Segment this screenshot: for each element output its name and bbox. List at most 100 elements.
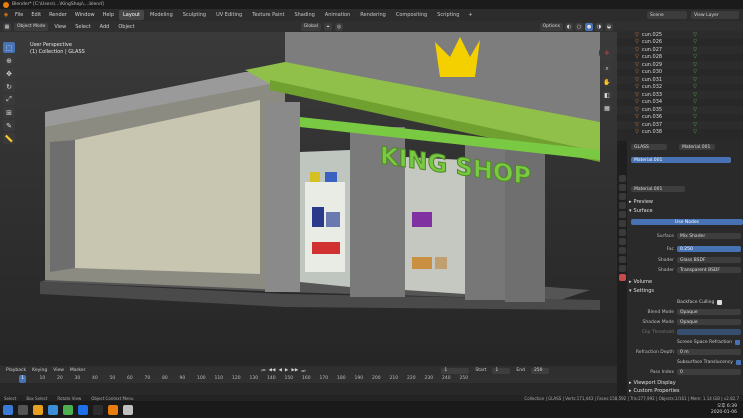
mode-dropdown[interactable]: Object Mode bbox=[14, 22, 49, 31]
material-shading-icon[interactable]: ◑ bbox=[595, 22, 603, 31]
perspective-grid-icon[interactable]: ▦ bbox=[602, 103, 612, 113]
outliner-item[interactable]: ▽ cun.038 ▽ bbox=[617, 129, 743, 137]
scale-tool-icon[interactable]: ⤢ bbox=[3, 94, 15, 105]
scene-selector[interactable]: Scene bbox=[647, 11, 687, 19]
outliner-item[interactable]: ▽ cun.037 ▽ bbox=[617, 121, 743, 129]
object-name-field[interactable]: GLASS bbox=[631, 144, 667, 150]
options-button[interactable]: Options bbox=[539, 22, 563, 31]
overlay-icon[interactable]: ◐ bbox=[565, 22, 573, 31]
3d-viewport[interactable]: KING SHOP bbox=[0, 32, 617, 366]
orientation-dropdown[interactable]: Global bbox=[300, 22, 322, 31]
surface-shader-field[interactable]: Mix Shader bbox=[677, 233, 741, 239]
ssr-checkbox[interactable] bbox=[735, 339, 741, 345]
windows-start-icon[interactable] bbox=[3, 404, 13, 415]
section-surface[interactable]: ▾ Surface bbox=[629, 207, 741, 215]
camera-view-icon[interactable]: ◧ bbox=[602, 90, 612, 100]
section-preview[interactable]: ▸ Preview bbox=[629, 198, 741, 206]
app2-icon[interactable] bbox=[93, 404, 103, 415]
solid-shading-icon[interactable]: ● bbox=[585, 22, 593, 31]
tab-shading[interactable]: Shading bbox=[290, 10, 318, 20]
data-tab-icon[interactable] bbox=[618, 265, 626, 272]
prev-key-icon[interactable]: ◀◀ bbox=[269, 368, 276, 374]
jump-start-icon[interactable]: ⏮ bbox=[261, 368, 265, 374]
tab-compositing[interactable]: Compositing bbox=[392, 10, 431, 20]
menu-keying[interactable]: Keying bbox=[32, 368, 47, 373]
tab-texture-paint[interactable]: Texture Paint bbox=[248, 10, 288, 20]
app-icon[interactable] bbox=[78, 404, 88, 415]
edge-icon[interactable] bbox=[48, 404, 58, 415]
blender-taskbar-icon[interactable] bbox=[108, 404, 118, 415]
menu-edit[interactable]: Edit bbox=[28, 11, 44, 19]
measure-tool-icon[interactable]: 📏 bbox=[3, 133, 15, 144]
rotate-tool-icon[interactable]: ↻ bbox=[3, 81, 15, 92]
tab-modeling[interactable]: Modeling bbox=[146, 10, 177, 20]
physics-tab-icon[interactable] bbox=[618, 247, 626, 254]
material-tab-icon[interactable] bbox=[618, 274, 626, 281]
play-reverse-icon[interactable]: ◀ bbox=[278, 368, 281, 374]
blender-menu-icon[interactable]: ◉ bbox=[2, 11, 10, 19]
tab-animation[interactable]: Animation bbox=[321, 10, 355, 20]
menu-window[interactable]: Window bbox=[72, 11, 98, 19]
rendered-shading-icon[interactable]: ◒ bbox=[605, 22, 613, 31]
menu-playback[interactable]: Playback bbox=[6, 368, 26, 373]
next-key-icon[interactable]: ▶▶ bbox=[291, 368, 298, 374]
view-layer-selector[interactable]: View Layer bbox=[691, 11, 739, 19]
constraint-tab-icon[interactable] bbox=[618, 256, 626, 263]
tab-layout[interactable]: Layout bbox=[119, 10, 144, 20]
system-clock[interactable]: 오후 6:39 2020-01-06 bbox=[711, 404, 743, 416]
tab-rendering[interactable]: Rendering bbox=[356, 10, 390, 20]
outliner-item[interactable]: ▽ cun.036 ▽ bbox=[617, 114, 743, 122]
sss-checkbox[interactable] bbox=[735, 359, 741, 365]
fac-slider[interactable]: 0.250 bbox=[677, 246, 741, 252]
outliner-item[interactable]: ▽ cun.027 ▽ bbox=[617, 46, 743, 54]
material-slot-field[interactable]: Material.001 bbox=[679, 144, 715, 150]
proportional-edit-icon[interactable]: ◎ bbox=[335, 22, 344, 31]
tab-sculpting[interactable]: Sculpting bbox=[179, 10, 210, 20]
section-custom-properties[interactable]: ▸ Custom Properties bbox=[629, 387, 741, 395]
app3-icon[interactable] bbox=[123, 404, 133, 415]
jump-end-icon[interactable]: ⏭ bbox=[301, 368, 305, 374]
current-frame-field[interactable]: 1 bbox=[441, 367, 470, 374]
outliner-item[interactable]: ▽ cun.031 ▽ bbox=[617, 76, 743, 84]
start-frame-field[interactable]: 1 bbox=[492, 367, 511, 374]
section-viewport-display[interactable]: ▸ Viewport Display bbox=[629, 379, 741, 387]
outliner-item[interactable]: ▽ cun.034 ▽ bbox=[617, 99, 743, 107]
editor-type-icon[interactable]: ▦ bbox=[3, 22, 11, 31]
scene-tab-icon[interactable] bbox=[618, 211, 626, 218]
menu-view[interactable]: View bbox=[51, 23, 69, 31]
shader2-field[interactable]: Transparent BSDF bbox=[677, 267, 741, 273]
end-frame-field[interactable]: 250 bbox=[530, 367, 549, 374]
transform-tool-icon[interactable]: ⊞ bbox=[3, 107, 15, 118]
menu-marker[interactable]: Marker bbox=[70, 368, 86, 373]
menu-object[interactable]: Object bbox=[115, 23, 137, 31]
ssr-row[interactable]: Screen Space Refraction bbox=[677, 338, 743, 346]
menu-render[interactable]: Render bbox=[46, 11, 70, 19]
use-nodes-button[interactable]: Use Nodes bbox=[631, 219, 743, 225]
annotate-tool-icon[interactable]: ✎ bbox=[3, 120, 15, 131]
material-name-field[interactable]: Material.001 bbox=[631, 186, 685, 192]
timeline-ruler[interactable]: 1102030405060708090100110120130140150160… bbox=[0, 375, 617, 383]
pass-index-field[interactable]: 0 bbox=[677, 369, 741, 375]
tool-tab-icon[interactable] bbox=[618, 175, 626, 182]
render-tab-icon[interactable] bbox=[618, 184, 626, 191]
outliner-item[interactable]: ▽ cun.030 ▽ bbox=[617, 69, 743, 77]
menu-timeline-view[interactable]: View bbox=[53, 368, 64, 373]
outliner-item[interactable]: ▽ cun.033 ▽ bbox=[617, 91, 743, 99]
tab-uv-editing[interactable]: UV Editing bbox=[212, 10, 246, 20]
sss-row[interactable]: Subsurface Translucency bbox=[677, 358, 743, 366]
select-box-tool-icon[interactable]: ⬚ bbox=[3, 42, 15, 53]
outliner-item[interactable]: ▽ cun.026 ▽ bbox=[617, 39, 743, 47]
backface-row[interactable]: Backface Culling bbox=[677, 298, 743, 306]
section-settings[interactable]: ▾ Settings bbox=[629, 287, 741, 295]
output-tab-icon[interactable] bbox=[618, 193, 626, 200]
chrome-icon[interactable] bbox=[63, 404, 73, 415]
outliner-item[interactable]: ▽ cun.029 ▽ bbox=[617, 61, 743, 69]
playhead[interactable]: 1 bbox=[19, 375, 26, 383]
search-icon[interactable] bbox=[18, 404, 28, 415]
file-explorer-icon[interactable] bbox=[33, 404, 43, 415]
backface-checkbox[interactable] bbox=[717, 299, 723, 305]
move-tool-icon[interactable]: ✥ bbox=[3, 68, 15, 79]
menu-file[interactable]: File bbox=[12, 11, 26, 19]
modifier-tab-icon[interactable] bbox=[618, 238, 626, 245]
snap-icon[interactable]: ⌖ bbox=[324, 22, 333, 31]
